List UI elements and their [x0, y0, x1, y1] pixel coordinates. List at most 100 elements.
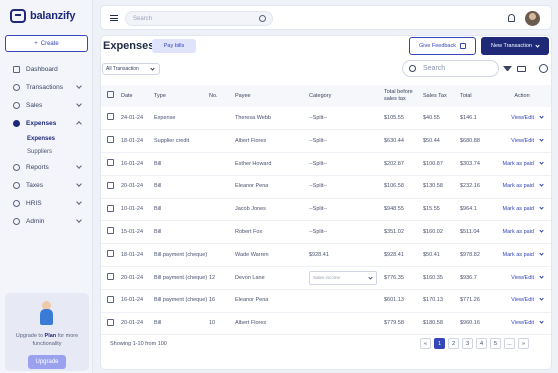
sidebar-item-transactions[interactable]: Transactions [5, 78, 89, 96]
page-button[interactable]: 4 [476, 338, 487, 349]
chevron-down-icon[interactable] [539, 137, 544, 142]
global-search-input[interactable]: Search [125, 11, 273, 26]
chevron-down-icon[interactable] [539, 159, 544, 165]
row-checkbox[interactable] [107, 273, 114, 281]
chevron-down-icon[interactable] [539, 205, 544, 210]
table-row[interactable]: 16-01-24 Bill payment (cheque) 16 Eleanor P… [101, 289, 551, 313]
logo[interactable]: balanzify [10, 9, 75, 23]
print-icon[interactable] [517, 66, 526, 72]
sidebar-item-hris[interactable]: HRIS [5, 194, 89, 212]
row-checkbox[interactable] [107, 113, 114, 121]
row-action[interactable]: View/Edit [493, 107, 551, 131]
chevron-down-icon[interactable] [539, 251, 544, 256]
row-checkbox-cell [101, 220, 121, 245]
sidebar-item-dashboard[interactable]: Dashboard [5, 60, 89, 78]
view-edit-link[interactable]: View/Edit [511, 115, 534, 121]
row-action[interactable]: View/Edit [493, 129, 551, 154]
bell-icon[interactable] [508, 14, 515, 22]
page-button[interactable]: 1 [434, 338, 445, 349]
next-page-icon[interactable]: » [518, 338, 529, 349]
row-checkbox[interactable] [107, 295, 114, 303]
create-button[interactable]: + Create [5, 35, 88, 52]
give-feedback-button[interactable]: Give Feedback [409, 37, 476, 55]
category-cell: Sales income [309, 266, 384, 290]
page-button[interactable]: 5 [490, 338, 501, 349]
chevron-down-icon[interactable] [539, 114, 544, 119]
column-header[interactable]: Sales Tax [423, 85, 460, 107]
row-checkbox[interactable] [107, 181, 114, 189]
type-cell: Bill [154, 175, 209, 199]
sidebar-subitem-suppliers[interactable]: Suppliers [5, 145, 89, 158]
column-header[interactable]: Total [460, 85, 493, 107]
table-row[interactable]: 18-01-24 Bill payment (cheque) Wade Warren… [101, 243, 551, 268]
table-row[interactable]: 20-01-24 Bill payment (cheque) 12 Devon Lan… [101, 266, 551, 290]
column-header[interactable]: Payee [235, 85, 309, 107]
mark-as-paid-link[interactable]: Mark as paid [503, 161, 535, 167]
chevron-down-icon[interactable] [539, 228, 544, 233]
sidebar-item-reports[interactable]: Reports [5, 158, 89, 176]
table-row[interactable]: 10-01-24 Bill Jacob Jones --Split-- $948.55 $… [101, 198, 551, 222]
gear-icon[interactable] [539, 64, 548, 73]
previous-page-icon[interactable]: « [420, 338, 431, 349]
sidebar-nav: Dashboard Transactions Sales Expenses Expens… [5, 60, 89, 230]
row-checkbox[interactable] [107, 227, 114, 235]
row-action[interactable]: Mark as paid [493, 243, 551, 268]
filter-icon[interactable] [503, 66, 512, 71]
mark-as-paid-link[interactable]: Mark as paid [503, 229, 535, 235]
view-edit-link[interactable]: View/Edit [511, 138, 534, 144]
chevron-down-icon[interactable] [539, 319, 544, 324]
chevron-down-icon [76, 181, 82, 187]
view-edit-link[interactable]: View/Edit [511, 320, 534, 326]
menu-icon[interactable] [110, 15, 118, 21]
table-row[interactable]: 15-01-24 Bill Robert Fox --Split-- $351.02 $1… [101, 220, 551, 245]
row-checkbox[interactable] [107, 204, 114, 212]
select-all-checkbox[interactable] [107, 91, 114, 99]
category-select[interactable]: Sales income [309, 270, 377, 285]
row-action[interactable]: View/Edit [493, 312, 551, 336]
column-header[interactable]: Total before sales tax [384, 85, 423, 107]
row-checkbox[interactable] [107, 318, 114, 326]
sidebar-item-expenses[interactable]: Expenses [5, 114, 89, 132]
sidebar-subitem-expenses[interactable]: Expenses [5, 132, 89, 145]
row-checkbox[interactable] [107, 250, 114, 258]
payee-cell: Robert Fox [235, 220, 309, 245]
table-row[interactable]: 20-01-24 Bill 10 Albert Flores $779.58 $180.5… [101, 312, 551, 336]
row-action[interactable]: Mark as paid [493, 198, 551, 222]
view-edit-link[interactable]: View/Edit [511, 297, 534, 303]
chevron-down-icon[interactable] [539, 296, 544, 301]
page-button[interactable]: 2 [448, 338, 459, 349]
table-row[interactable]: 16-01-24 Bill Esther Howard --Split-- $202.8… [101, 152, 551, 176]
page-button[interactable]: 3 [462, 338, 473, 349]
upgrade-button[interactable]: Upgrade [28, 355, 66, 369]
avatar[interactable] [525, 11, 540, 26]
mark-as-paid-link[interactable]: Mark as paid [503, 206, 535, 212]
sidebar-item-admin[interactable]: Admin [5, 212, 89, 230]
column-header[interactable]: Date [121, 85, 154, 107]
table-row[interactable]: 24-01-24 Expense Theresa Webb --Split-- $105… [101, 107, 551, 131]
table-search-input[interactable]: Search [402, 60, 499, 77]
transaction-filter-select[interactable]: All Transaction [102, 63, 160, 75]
page-button[interactable]: ... [504, 338, 515, 349]
chevron-down-icon[interactable] [539, 182, 544, 187]
row-checkbox[interactable] [107, 136, 114, 144]
row-action[interactable]: View/Edit [493, 266, 551, 290]
column-header[interactable]: No. [209, 85, 235, 107]
chevron-down-icon[interactable] [539, 273, 544, 279]
view-edit-link[interactable]: View/Edit [511, 275, 534, 281]
table-row[interactable]: 20-01-24 Bill Eleanor Pena --Split-- $106.58… [101, 175, 551, 199]
mark-as-paid-link[interactable]: Mark as paid [503, 183, 535, 189]
sidebar-item-taxes[interactable]: Taxes [5, 176, 89, 194]
column-header[interactable]: Type [154, 85, 209, 107]
row-action[interactable]: View/Edit [493, 289, 551, 313]
mark-as-paid-link[interactable]: Mark as paid [503, 252, 535, 258]
row-checkbox[interactable] [107, 159, 114, 167]
row-action[interactable]: Mark as paid [493, 175, 551, 199]
sidebar-item-sales[interactable]: Sales [5, 96, 89, 114]
table-row[interactable]: 18-01-24 Supplier credit Albert Flores --Sp… [101, 129, 551, 154]
date-cell: 24-01-24 [121, 107, 154, 131]
pay-bills-button[interactable]: Pay bills [152, 39, 196, 53]
row-action[interactable]: Mark as paid [493, 220, 551, 245]
new-transaction-button[interactable]: New Transaction [481, 37, 549, 55]
row-action[interactable]: Mark as paid [493, 152, 551, 176]
column-header[interactable]: Category [309, 85, 384, 107]
